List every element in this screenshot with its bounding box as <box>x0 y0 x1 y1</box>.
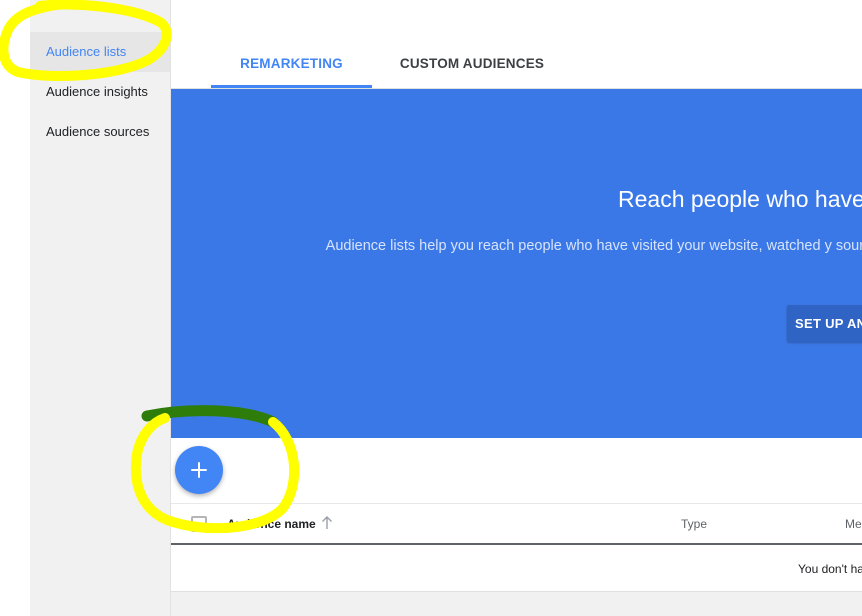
tab-remarketing[interactable]: REMARKETING <box>211 44 372 88</box>
sidebar-item-label: Audience insights <box>46 84 148 99</box>
table-empty-row: You don't ha <box>171 546 862 592</box>
add-audience-button[interactable] <box>175 446 223 494</box>
tab-label: REMARKETING <box>240 56 343 71</box>
tab-custom-audiences[interactable]: CUSTOM AUDIENCES <box>372 44 572 88</box>
sidebar-item-audience-lists[interactable]: Audience lists <box>30 32 170 72</box>
tab-bar: REMARKETING CUSTOM AUDIENCES <box>171 0 862 89</box>
sidebar-item-audience-insights[interactable]: Audience insights <box>30 72 170 112</box>
setup-button[interactable]: SET UP AN <box>787 305 862 342</box>
plus-icon <box>190 461 208 479</box>
column-header-type[interactable]: Type <box>681 517 707 531</box>
hero-description: Audience lists help you reach people who… <box>325 238 862 254</box>
empty-message: You don't ha <box>798 562 862 576</box>
tab-label: CUSTOM AUDIENCES <box>399 56 545 71</box>
sidebar-item-label: Audience sources <box>46 124 150 139</box>
select-all-checkbox[interactable] <box>191 516 207 532</box>
sidebar: Audience lists Audience insights Audienc… <box>30 0 171 616</box>
sidebar-item-audience-sources[interactable]: Audience sources <box>30 112 170 152</box>
footer-band <box>171 592 862 616</box>
column-header-members[interactable]: Me <box>845 517 862 531</box>
page: Audience lists Audience insights Audienc… <box>0 0 862 616</box>
arrow-up-icon[interactable] <box>321 516 333 535</box>
column-header-audience-name[interactable]: Audience name <box>227 517 316 531</box>
hero-title: Reach people who have <box>618 186 862 212</box>
table-header: Audience name Type Me <box>171 504 862 545</box>
sidebar-item-label: Audience lists <box>46 44 127 59</box>
hero-banner: Reach people who have Audience lists hel… <box>171 89 862 438</box>
